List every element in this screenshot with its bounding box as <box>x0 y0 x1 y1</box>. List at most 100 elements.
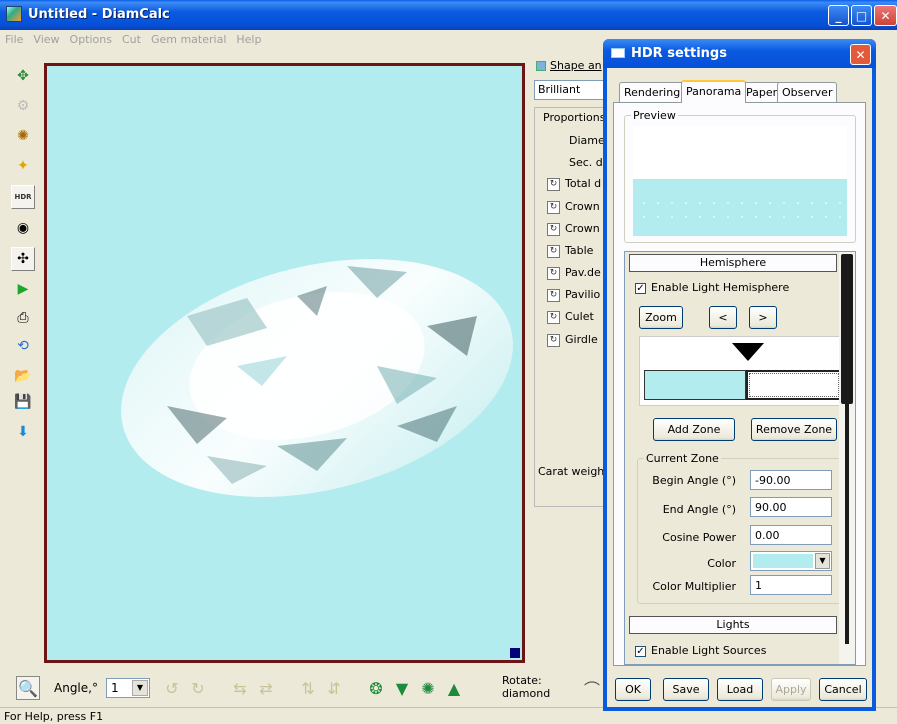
angle-label: Angle,° <box>54 681 98 695</box>
tilt-down-icon[interactable]: ⇵ <box>322 676 346 700</box>
prop-row[interactable]: ↻ Pav.de <box>547 266 601 280</box>
current-zone-label: Current Zone <box>644 452 721 465</box>
tilt-up-icon[interactable]: ⇅ <box>296 676 320 700</box>
rotate-cw-icon[interactable]: ↻ <box>186 676 210 700</box>
flip-right-icon[interactable]: ⇄ <box>254 676 278 700</box>
resize-corner[interactable] <box>510 648 520 658</box>
tab-paper[interactable]: Paper <box>741 82 783 102</box>
prop-label: Pav.de <box>565 266 601 279</box>
properties-panel: Shape an Brilliant Proportions Diame Sec… <box>534 55 614 675</box>
dialog-buttons: OK Save Load Apply Cancel <box>607 674 872 704</box>
menu-options[interactable]: Options <box>65 30 117 46</box>
close-window-button[interactable]: ✕ <box>874 5 897 26</box>
hemisphere-header: Hemisphere <box>629 254 837 272</box>
scrollbar-track[interactable] <box>845 404 849 644</box>
param-icon: ↻ <box>547 310 560 324</box>
zoom-icon[interactable]: 🔍 <box>16 676 40 700</box>
rotate-label: Rotate: <box>502 674 542 687</box>
angle-select[interactable]: 1 ▼ <box>106 678 150 698</box>
shape-select[interactable]: Brilliant <box>534 80 614 100</box>
shape-label: Shape an <box>536 59 602 72</box>
prop-row[interactable]: ↻ Culet <box>547 310 594 324</box>
menu-file[interactable]: File <box>0 30 28 46</box>
cosine-power-input[interactable]: 0.00 <box>750 525 832 545</box>
zoom-button[interactable]: Zoom <box>639 306 683 329</box>
prop-row[interactable]: ↻ Total d <box>547 177 601 191</box>
move-icon[interactable]: ✣ <box>11 247 35 271</box>
close-icon[interactable]: ✕ <box>850 44 871 65</box>
prop-label: Total d <box>565 177 602 190</box>
gem-material-icon[interactable]: ✺ <box>11 124 35 148</box>
prop-row[interactable]: ↻ Girdle <box>547 333 598 347</box>
add-shape-icon[interactable]: ✥ <box>11 64 35 88</box>
checkbox-box[interactable]: ✓ <box>635 282 646 294</box>
remove-zone-button[interactable]: Remove Zone <box>751 418 837 441</box>
side-view-icon[interactable]: ▼ <box>390 676 414 700</box>
prop-label: Crown <box>565 222 600 235</box>
settings-scroll-area[interactable]: Hemisphere ✓ Enable Light Hemisphere Zoom… <box>624 251 856 665</box>
cosine-power-label: Cosine Power <box>662 531 736 544</box>
prop-row[interactable]: ↻ Pavilio <box>547 288 600 302</box>
apply-button[interactable]: Apply <box>771 678 811 701</box>
begin-angle-input[interactable]: -90.00 <box>750 470 832 490</box>
play-icon[interactable]: ▶ <box>11 277 35 301</box>
zone-pointer-icon[interactable] <box>732 343 764 361</box>
proportions-group: Proportions Diame Sec. d ↻ Total d ↻ Crown… <box>534 107 614 507</box>
light-icon[interactable]: ✦ <box>11 154 35 178</box>
chevron-down-icon[interactable]: ▼ <box>815 553 830 569</box>
preview-dots <box>637 196 843 226</box>
menu-view[interactable]: View <box>28 30 64 46</box>
prop-row[interactable]: ↻ Crown <box>547 222 600 236</box>
save-button[interactable]: Save <box>663 678 709 701</box>
preview-label: Preview <box>631 109 678 122</box>
hdr-icon[interactable]: HDR <box>11 185 35 209</box>
chevron-down-icon[interactable]: ▼ <box>132 680 148 696</box>
checkbox-box[interactable]: ✓ <box>635 645 646 657</box>
render-viewport[interactable] <box>44 63 525 663</box>
crown-view-icon[interactable]: ❂ <box>364 676 388 700</box>
scrollbar-thumb[interactable] <box>841 254 853 404</box>
enable-lights-checkbox[interactable]: ✓ Enable Light Sources <box>635 644 766 657</box>
profile-view-icon[interactable]: ▲ <box>442 676 466 700</box>
pavilion-view-icon[interactable]: ✺ <box>416 676 440 700</box>
prev-zone-button[interactable]: < <box>709 306 737 329</box>
prop-label: Crown <box>565 200 600 213</box>
tab-observer[interactable]: Observer <box>777 82 838 102</box>
ok-button[interactable]: OK <box>615 678 651 701</box>
enable-hemisphere-checkbox[interactable]: ✓ Enable Light Hemisphere <box>635 281 789 294</box>
color-multiplier-input[interactable]: 1 <box>750 575 832 595</box>
scan-icon[interactable]: ⟲ <box>11 334 35 358</box>
color-select[interactable]: ▼ <box>750 551 832 571</box>
print-icon[interactable]: ⎙ <box>11 306 35 330</box>
param-icon: ↻ <box>547 288 560 302</box>
export-icon[interactable]: ⬇ <box>11 420 35 444</box>
end-angle-input[interactable]: 90.00 <box>750 497 832 517</box>
vertical-scrollbar[interactable] <box>839 252 855 664</box>
flip-left-icon[interactable]: ⇆ <box>228 676 252 700</box>
add-zone-button[interactable]: Add Zone <box>653 418 735 441</box>
open-icon[interactable]: 📂 <box>11 364 35 388</box>
load-button[interactable]: Load <box>717 678 763 701</box>
zone-editor[interactable] <box>639 336 845 406</box>
menu-gem-material[interactable]: Gem material <box>146 30 231 46</box>
lights-header: Lights <box>629 616 837 634</box>
tab-rendering[interactable]: Rendering <box>619 82 686 102</box>
prop-row[interactable]: ↻ Crown <box>547 200 600 214</box>
param-icon: ↻ <box>547 244 560 258</box>
menu-cut[interactable]: Cut <box>117 30 146 46</box>
zone-segment-1[interactable] <box>644 370 746 400</box>
save-icon[interactable]: 💾 <box>11 390 35 414</box>
menu-help[interactable]: Help <box>231 30 266 46</box>
disabled-tool-icon[interactable]: ⚙ <box>11 94 35 118</box>
next-zone-button[interactable]: > <box>749 306 777 329</box>
prop-row[interactable]: ↻ Table <box>547 244 593 258</box>
camera-icon[interactable]: ◉ <box>11 216 35 240</box>
rotate-mode-icon[interactable]: ⌒ <box>580 676 604 700</box>
tab-panorama[interactable]: Panorama <box>681 80 747 103</box>
minimize-button[interactable]: _ <box>828 5 849 26</box>
rotate-ccw-icon[interactable]: ↺ <box>160 676 184 700</box>
prop-label: Pavilio <box>565 288 601 301</box>
maximize-button[interactable]: □ <box>851 5 872 26</box>
zone-segment-2[interactable] <box>746 370 842 400</box>
cancel-button[interactable]: Cancel <box>819 678 867 701</box>
